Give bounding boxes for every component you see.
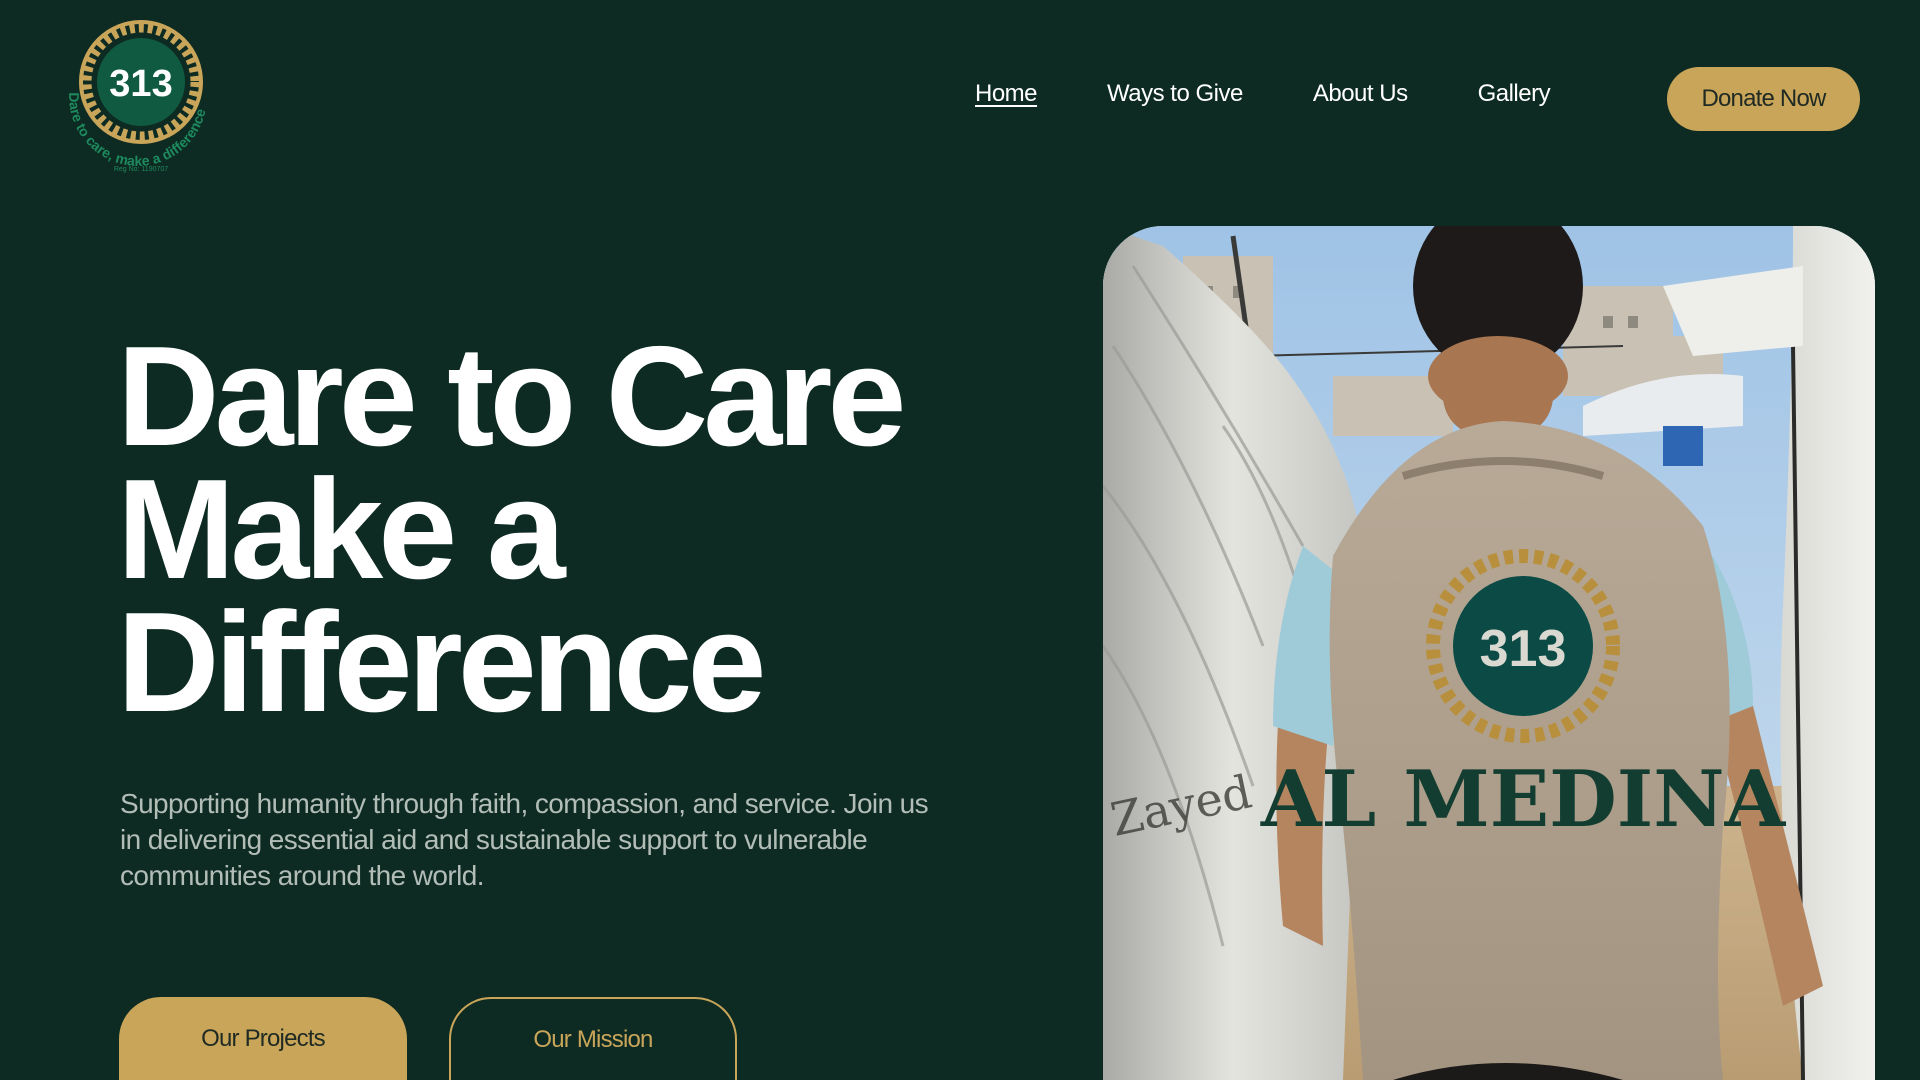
- hero-title: Dare to Care Make a Difference: [117, 317, 906, 742]
- logo[interactable]: 313 Dare to care, make a difference Reg …: [56, 16, 226, 178]
- our-projects-button[interactable]: Our Projects: [119, 997, 407, 1080]
- our-mission-button[interactable]: Our Mission: [449, 997, 737, 1080]
- nav-ways-to-give[interactable]: Ways to Give: [1107, 80, 1243, 108]
- nav-gallery[interactable]: Gallery: [1478, 80, 1551, 108]
- vest-text: AL MEDINA: [1260, 754, 1787, 845]
- logo-reg-number: Reg No: 1190707: [114, 166, 168, 173]
- hero-title-line-2: Make a: [117, 450, 566, 609]
- hero-title-line-3: Difference: [117, 583, 766, 742]
- main-nav: Home Ways to Give About Us Gallery: [975, 80, 1551, 108]
- logo-number: 313: [109, 63, 172, 105]
- donate-now-button[interactable]: Donate Now: [1667, 67, 1860, 131]
- hero-title-line-1: Dare to Care: [117, 317, 906, 476]
- vest-number: 313: [1480, 620, 1567, 678]
- nav-home[interactable]: Home: [975, 80, 1038, 108]
- hero-subtitle: Supporting humanity through faith, compa…: [120, 788, 929, 891]
- nav-about-us[interactable]: About Us: [1313, 80, 1408, 108]
- hero-photo: Zayed 313 AL MEDINA: [1103, 226, 1875, 1080]
